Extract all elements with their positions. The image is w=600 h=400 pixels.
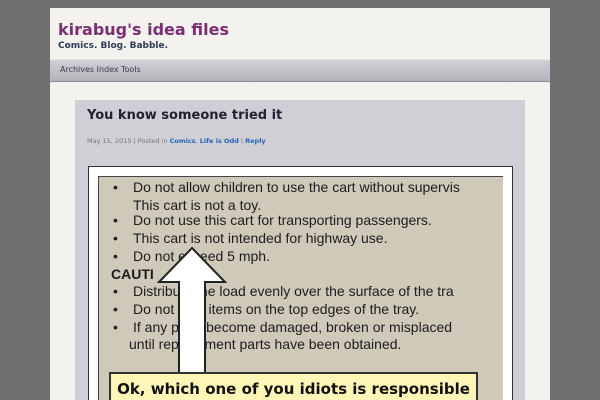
photo-text-line: • Do not use this cart for transporting p… <box>113 212 432 228</box>
photo-text: This cart is not intended for highway us… <box>133 230 388 246</box>
post-meta: May 15, 2015 | Posted in Comics, Life is… <box>87 137 266 145</box>
nav-item-tools[interactable]: Tools <box>121 65 141 74</box>
main-navigation: Archives Index Tools <box>50 59 550 82</box>
reply-link[interactable]: Reply <box>245 137 266 145</box>
category-separator: , <box>195 137 198 145</box>
photo-text-line: • Do not allow children to use the cart w… <box>113 179 460 195</box>
photo-text: Do not allow children to use the cart wi… <box>133 179 460 195</box>
bullet-icon: • <box>113 248 118 264</box>
up-arrow-icon <box>157 246 227 386</box>
category-link-life-is-odd[interactable]: Life is Odd <box>200 137 239 145</box>
site-title[interactable]: kirabug's idea files <box>58 20 229 39</box>
bullet-icon: • <box>113 301 118 317</box>
post-container: You know someone tried it May 15, 2015 |… <box>75 100 525 400</box>
photo-text-line: • This cart is not intended for highway u… <box>113 230 387 246</box>
site-header: kirabug's idea files Comics. Blog. Babbl… <box>50 8 550 58</box>
bullet-icon: • <box>113 179 118 195</box>
post-date: May 15, 2015 <box>87 137 132 145</box>
bullet-icon: • <box>113 319 118 335</box>
photo-text-line: This cart is not a toy. <box>133 197 261 213</box>
photo-text: Do not use this cart for transporting pa… <box>133 212 432 228</box>
post-title[interactable]: You know someone tried it <box>87 108 282 123</box>
comic-photo: • Do not allow children to use the cart w… <box>98 176 503 400</box>
photo-text-line: CAUTI <box>111 266 154 282</box>
page-wrapper: kirabug's idea files Comics. Blog. Babbl… <box>50 8 550 400</box>
photo-text: This cart is not a toy. <box>133 197 262 213</box>
bullet-icon: • <box>113 283 118 299</box>
meta-pipe: | <box>240 137 244 145</box>
nav-item-archives-index[interactable]: Archives Index <box>60 65 119 74</box>
site-description: Comics. Blog. Babble. <box>58 41 169 51</box>
posted-in-label: | Posted in <box>133 137 168 145</box>
category-link-comics[interactable]: Comics <box>170 137 196 145</box>
bullet-icon: • <box>113 212 118 228</box>
comic-image: • Do not allow children to use the cart w… <box>88 166 513 400</box>
comic-caption: Ok, which one of you idiots is responsib… <box>109 372 478 400</box>
photo-text: CAUTI <box>111 266 154 282</box>
bullet-icon: • <box>113 230 118 246</box>
